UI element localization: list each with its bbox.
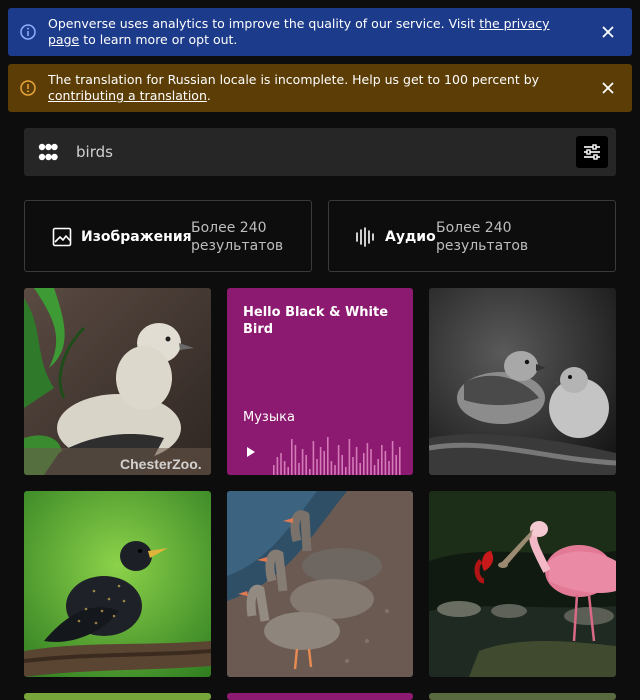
waveform-icon <box>355 227 375 247</box>
analytics-banner-text: Openverse uses analytics to improve the … <box>48 16 550 47</box>
image-icon <box>52 227 72 247</box>
waveform-bar <box>395 455 397 475</box>
audio-waveform[interactable] <box>273 433 409 475</box>
audio-title: Hello Black & White Bird <box>243 305 389 337</box>
waveform-bar <box>291 439 293 475</box>
waveform-bar <box>377 459 379 475</box>
waveform-bar <box>388 461 390 475</box>
waveform-bar <box>305 455 307 475</box>
close-analytics-banner-button[interactable] <box>598 22 618 42</box>
close-icon <box>602 26 614 38</box>
search-input[interactable] <box>76 128 556 176</box>
image-result-row3-1[interactable] <box>24 693 211 700</box>
waveform-bar <box>280 453 282 475</box>
images-results-card[interactable]: Изображения Более 240 результатов <box>24 200 312 272</box>
waveform-bar <box>323 451 325 475</box>
openverse-logo-icon[interactable] <box>38 142 58 162</box>
image-result-dove[interactable]: ChesterZoo. <box>24 288 211 475</box>
waveform-bar <box>334 465 336 475</box>
waveform-bar <box>312 441 315 475</box>
waveform-bar <box>287 467 289 475</box>
audio-label: Аудио <box>385 229 436 245</box>
filters-button[interactable] <box>576 136 608 168</box>
audio-result-row3[interactable] <box>227 693 413 700</box>
waveform-bar <box>309 469 311 475</box>
waveform-bar <box>391 441 394 475</box>
waveform-bar <box>370 449 372 475</box>
waveform-bar <box>276 457 279 475</box>
waveform-bar <box>348 439 351 475</box>
contribute-translation-link[interactable]: contributing a translation <box>48 88 207 103</box>
play-icon <box>247 447 255 457</box>
waveform-bar <box>352 457 354 475</box>
waveform-bar <box>273 465 275 475</box>
watermark-text: ChesterZoo. <box>120 456 202 472</box>
image-result-spoonbill[interactable] <box>429 491 616 677</box>
audio-result-card[interactable]: Hello Black & White Bird Музыка <box>227 288 413 475</box>
waveform-bar <box>363 453 365 475</box>
sliders-icon <box>584 144 600 160</box>
waveform-bar <box>301 449 304 475</box>
waveform-bar <box>399 447 401 475</box>
waveform-bar <box>359 463 361 475</box>
close-translation-banner-button[interactable] <box>598 78 618 98</box>
waveform-bar <box>316 459 318 475</box>
waveform-bar <box>366 443 369 475</box>
image-result-sparrows[interactable] <box>429 288 616 475</box>
warning-icon <box>20 80 36 96</box>
images-count: Более 240 результатов <box>191 220 284 254</box>
audio-count: Более 240 результатов <box>436 220 529 254</box>
audio-genre: Музыка <box>243 410 295 425</box>
translation-banner-text: The translation for Russian locale is in… <box>48 72 540 103</box>
waveform-bar <box>337 445 340 475</box>
waveform-bar <box>381 445 383 475</box>
waveform-bar <box>341 455 343 475</box>
waveform-bar <box>327 437 329 475</box>
waveform-bar <box>345 467 347 475</box>
waveform-bar <box>373 465 376 475</box>
waveform-bar <box>355 447 358 475</box>
image-result-geese[interactable] <box>227 491 413 677</box>
audio-results-card[interactable]: Аудио Более 240 результатов <box>328 200 616 272</box>
waveform-bar <box>384 451 387 475</box>
translation-banner: The translation for Russian locale is in… <box>8 64 632 112</box>
images-label: Изображения <box>81 229 192 245</box>
search-bar <box>24 128 616 176</box>
waveform-bar <box>330 461 333 475</box>
waveform-bar <box>298 463 300 475</box>
waveform-bar <box>294 445 297 475</box>
info-icon <box>20 24 36 40</box>
close-icon <box>602 82 614 94</box>
waveform-bar <box>283 461 286 475</box>
play-button[interactable] <box>241 442 261 462</box>
analytics-banner: Openverse uses analytics to improve the … <box>8 8 632 56</box>
image-result-starling[interactable] <box>24 491 211 677</box>
waveform-bar <box>319 447 322 475</box>
image-result-row3-3[interactable] <box>429 693 616 700</box>
